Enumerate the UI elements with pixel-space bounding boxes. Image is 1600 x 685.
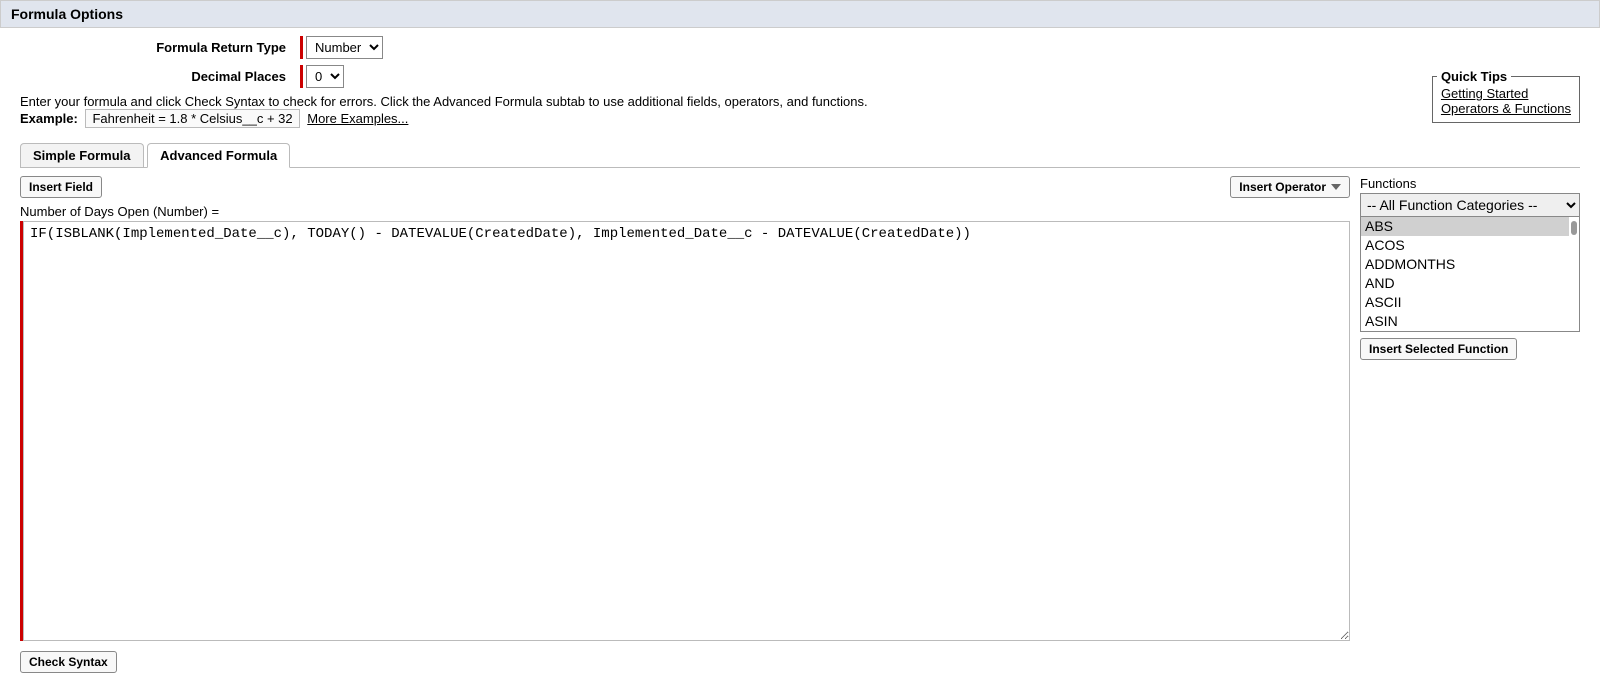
quick-tips-operators-functions-link[interactable]: Operators & Functions xyxy=(1441,101,1571,116)
function-category-select[interactable]: -- All Function Categories -- xyxy=(1360,193,1580,217)
formula-tabs: Simple Formula Advanced Formula xyxy=(20,142,1580,167)
formula-wrap xyxy=(20,221,1350,641)
required-indicator xyxy=(300,65,303,88)
content-area: Formula Return Type Number Decimal Place… xyxy=(0,28,1600,683)
section-header: Formula Options xyxy=(0,0,1600,28)
editor-row: Insert Field Insert Operator Number of D… xyxy=(20,176,1580,673)
scrollbar-thumb[interactable] xyxy=(1571,221,1577,235)
more-examples-link[interactable]: More Examples... xyxy=(307,111,408,126)
decimal-places-row: Decimal Places 0 xyxy=(20,65,1580,88)
check-syntax-button[interactable]: Check Syntax xyxy=(20,651,117,673)
insert-selected-function-button[interactable]: Insert Selected Function xyxy=(1360,338,1517,360)
insert-field-label: Insert Field xyxy=(29,180,93,194)
instructions: Enter your formula and click Check Synta… xyxy=(20,94,1580,128)
return-type-select[interactable]: Number xyxy=(306,36,383,59)
chevron-down-icon xyxy=(1331,184,1341,190)
insert-field-button[interactable]: Insert Field xyxy=(20,176,102,198)
quick-tips-getting-started-link[interactable]: Getting Started xyxy=(1441,86,1571,101)
return-type-label: Formula Return Type xyxy=(20,40,300,55)
function-item-asin[interactable]: ASIN xyxy=(1361,312,1569,331)
decimal-places-control: 0 xyxy=(300,65,344,88)
function-list[interactable]: ABS ACOS ADDMONTHS AND ASCII ASIN xyxy=(1360,217,1580,332)
insert-operator-button[interactable]: Insert Operator xyxy=(1230,176,1350,198)
formula-field-label: Number of Days Open (Number) = xyxy=(20,204,1350,219)
required-indicator xyxy=(300,36,303,59)
functions-label: Functions xyxy=(1360,176,1580,191)
decimal-places-select[interactable]: 0 xyxy=(306,65,344,88)
formula-textarea[interactable] xyxy=(23,221,1350,641)
return-type-row: Formula Return Type Number xyxy=(20,36,1580,59)
instruction-text: Enter your formula and click Check Synta… xyxy=(20,94,868,109)
quick-tips-legend: Quick Tips xyxy=(1437,69,1511,84)
function-item-and[interactable]: AND xyxy=(1361,274,1569,293)
example-label: Example: xyxy=(20,111,78,126)
return-type-control: Number xyxy=(300,36,383,59)
quick-tips-box: Quick Tips Getting Started Operators & F… xyxy=(1432,76,1580,123)
function-item-ascii[interactable]: ASCII xyxy=(1361,293,1569,312)
section-title: Formula Options xyxy=(11,6,123,22)
editor-left: Insert Field Insert Operator Number of D… xyxy=(20,176,1350,673)
function-item-addmonths[interactable]: ADDMONTHS xyxy=(1361,255,1569,274)
decimal-places-label: Decimal Places xyxy=(20,69,300,84)
editor-toolbar: Insert Field Insert Operator xyxy=(20,176,1350,198)
insert-operator-label: Insert Operator xyxy=(1239,180,1326,194)
function-item-acos[interactable]: ACOS xyxy=(1361,236,1569,255)
tab-advanced-formula[interactable]: Advanced Formula xyxy=(147,143,290,168)
tab-simple-formula[interactable]: Simple Formula xyxy=(20,143,144,167)
function-item-abs[interactable]: ABS xyxy=(1361,217,1569,236)
functions-panel: Functions -- All Function Categories -- … xyxy=(1360,176,1580,360)
example-pill: Fahrenheit = 1.8 * Celsius__c + 32 xyxy=(85,109,299,128)
